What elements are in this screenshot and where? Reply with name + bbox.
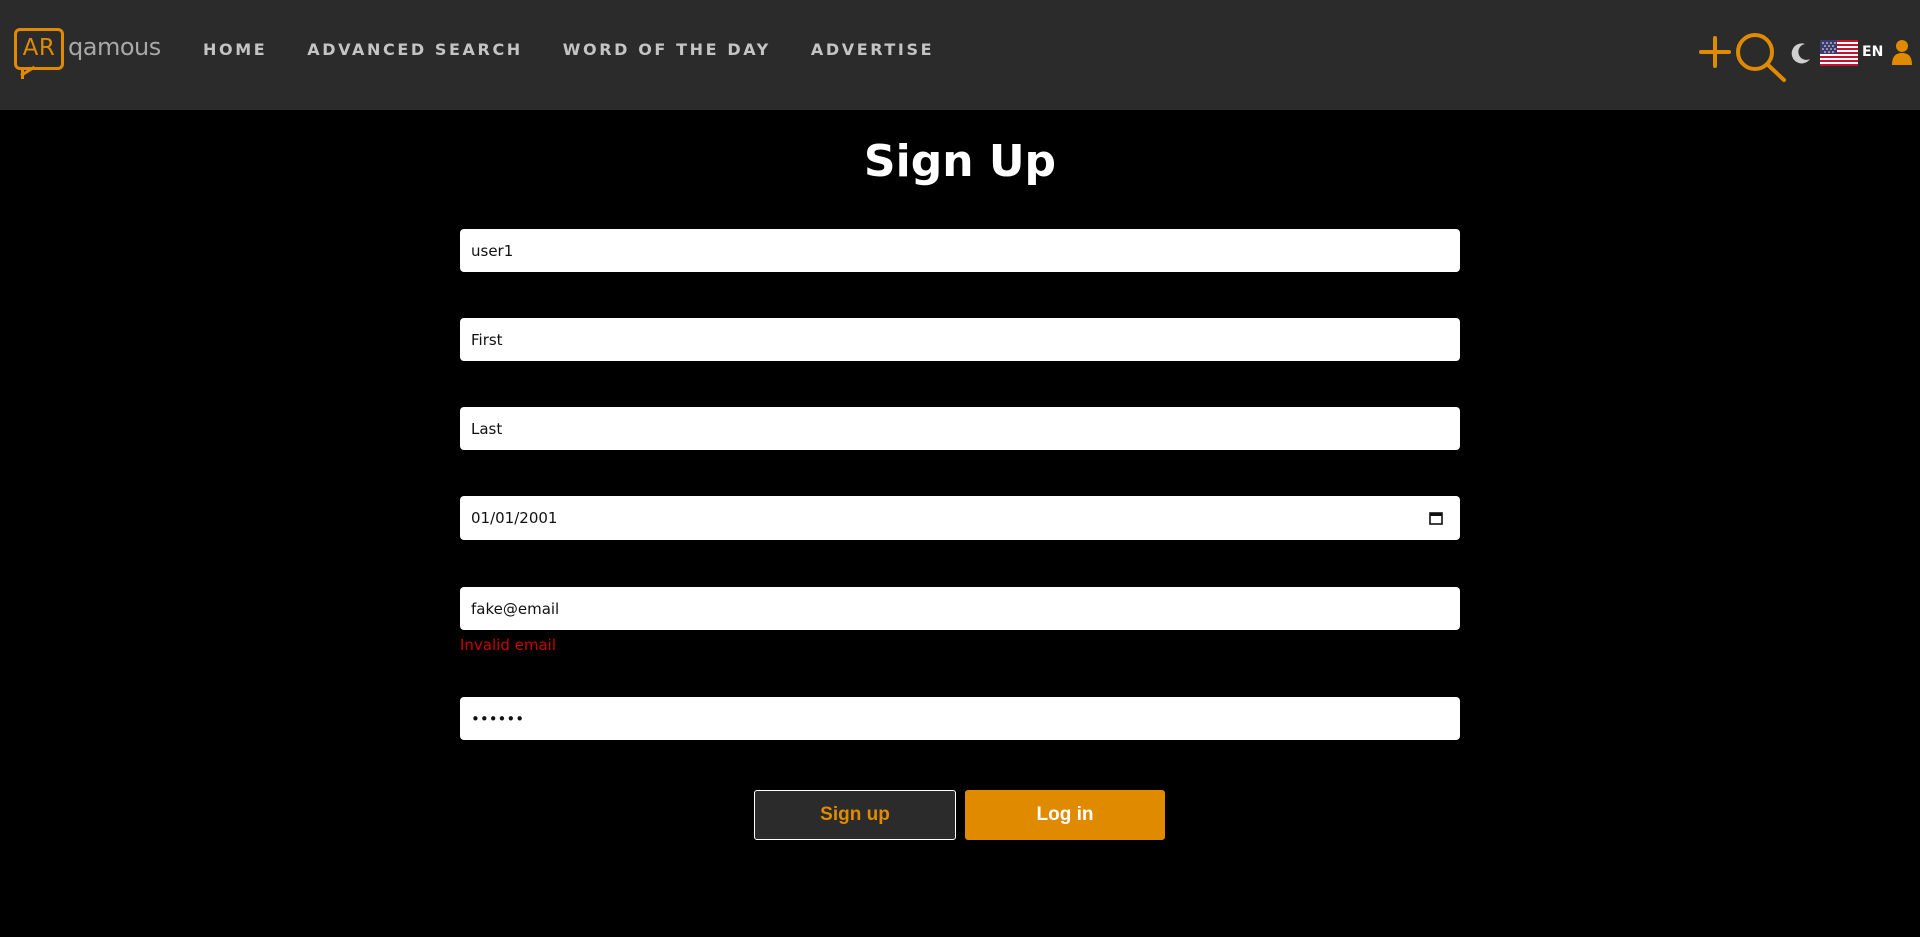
username-value: user1	[471, 241, 514, 260]
search-icon[interactable]	[1735, 32, 1787, 84]
password-value: ••••••	[471, 709, 525, 728]
email-error-message: Invalid email	[460, 636, 556, 654]
email-field[interactable]: fake@email	[460, 587, 1460, 630]
nav-item-advertise[interactable]: ADVERTISE	[811, 40, 934, 59]
language-label[interactable]: EN	[1862, 44, 1883, 60]
login-button[interactable]: Log in	[965, 790, 1165, 840]
birthdate-value: 01/01/2001	[471, 509, 558, 527]
plus-icon[interactable]	[1699, 36, 1731, 68]
email-value: fake@email	[471, 599, 560, 618]
last-name-field[interactable]: Last	[460, 407, 1460, 450]
last-name-value: Last	[471, 419, 503, 438]
moon-icon[interactable]	[1790, 42, 1812, 64]
first-name-value: First	[471, 330, 503, 349]
us-flag-icon[interactable]	[1820, 40, 1858, 66]
password-field[interactable]: ••••••	[460, 697, 1460, 740]
logo-wordmark: qamous	[68, 33, 161, 61]
top-navigation-bar: AR qamous HOME ADVANCED SEARCH WORD OF T…	[0, 0, 1920, 110]
header-tools: EN	[1675, 30, 1920, 86]
calendar-icon[interactable]	[1429, 511, 1443, 525]
signup-button[interactable]: Sign up	[754, 790, 956, 840]
main-nav: HOME ADVANCED SEARCH WORD OF THE DAY ADV…	[203, 38, 974, 60]
page-title: Sign Up	[863, 136, 1057, 187]
nav-item-advanced-search[interactable]: ADVANCED SEARCH	[307, 40, 523, 59]
user-icon[interactable]	[1891, 39, 1913, 65]
username-field[interactable]: user1	[460, 229, 1460, 272]
first-name-field[interactable]: First	[460, 318, 1460, 361]
birthdate-field[interactable]: 01/01/2001	[460, 496, 1460, 540]
nav-item-home[interactable]: HOME	[203, 40, 267, 59]
nav-item-word-of-the-day[interactable]: WORD OF THE DAY	[563, 40, 771, 59]
logo-badge: AR	[14, 28, 64, 70]
site-logo[interactable]: AR qamous	[14, 28, 164, 80]
